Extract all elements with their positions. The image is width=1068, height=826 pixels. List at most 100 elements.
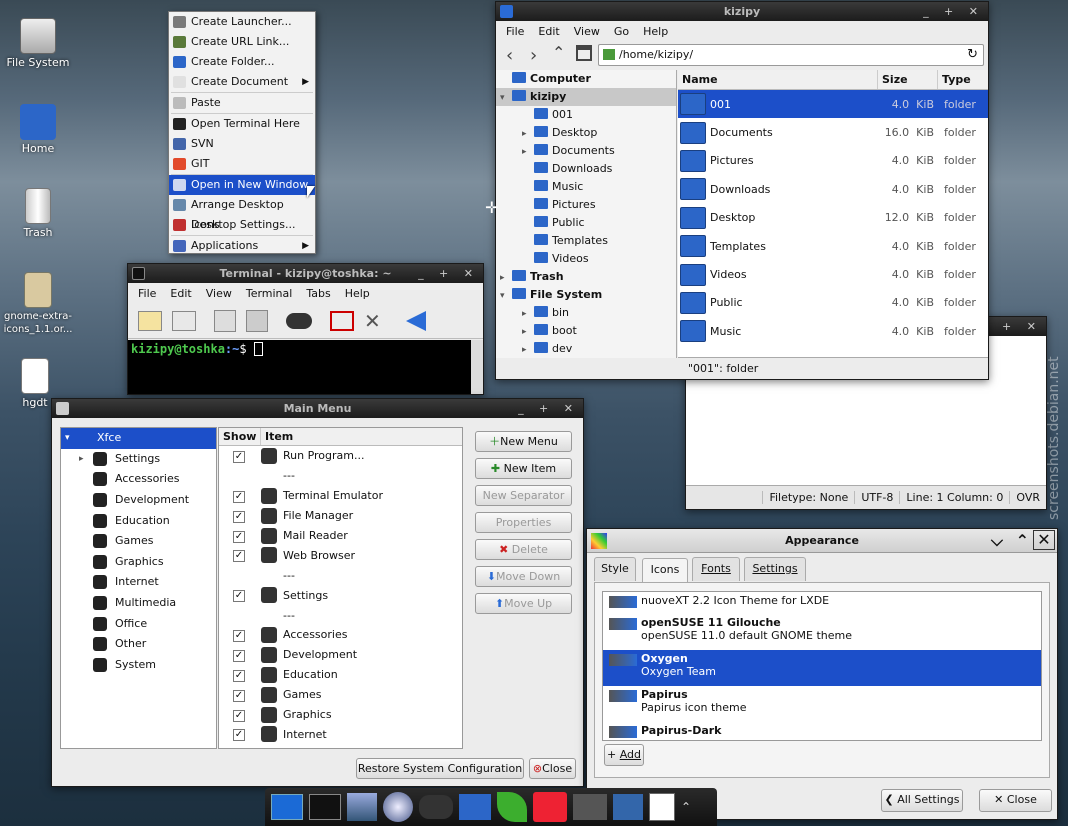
column-size[interactable]: Size (878, 70, 938, 89)
icon-theme-row[interactable]: Oxygen Oxygen Team (603, 650, 1041, 686)
context-menu-item[interactable]: Applications ▶ (169, 236, 315, 256)
new-item-button[interactable]: ✚ New Item (475, 458, 572, 479)
menu-item-row[interactable]: ✓ Settings (219, 585, 462, 605)
expander-icon[interactable]: ▸ (522, 305, 534, 323)
fullscreen-icon[interactable] (330, 310, 354, 331)
menu-view[interactable]: View (574, 25, 600, 38)
reload-icon[interactable]: ↻ (967, 45, 978, 65)
menu-separator-row[interactable]: --- (219, 605, 462, 625)
preferences-icon[interactable]: ✕ (364, 310, 386, 332)
workspace-icon[interactable] (271, 794, 303, 820)
menu-file[interactable]: File (138, 287, 156, 300)
appearance-titlebar[interactable]: Appearance ⌵ ⌃ ✕ (587, 529, 1057, 553)
files-launcher-icon[interactable] (347, 793, 377, 821)
find-icon[interactable] (286, 312, 312, 329)
show-checkbox[interactable]: ✓ (233, 649, 245, 662)
file-row[interactable]: Templates 4.0 KiB folder (678, 232, 988, 260)
desktop-icon-archive[interactable]: gnome-extra-icons_1.1.or... (0, 272, 78, 336)
side-pane-item[interactable]: ▸ Trash (496, 268, 676, 286)
add-button[interactable]: + Add (604, 744, 644, 766)
side-pane-item[interactable]: Music (496, 178, 676, 196)
home-icon[interactable] (576, 45, 592, 61)
menu-category[interactable]: Games (61, 531, 216, 552)
context-menu-item[interactable]: Desktop Settings... (169, 215, 315, 235)
file-row[interactable]: Pictures 4.0 KiB folder (678, 147, 988, 175)
side-pane-item[interactable]: ▸ bin (496, 304, 676, 322)
side-pane-item[interactable]: Videos (496, 250, 676, 268)
games-launcher-icon[interactable] (419, 795, 453, 819)
menu-file[interactable]: File (506, 25, 524, 38)
menu-edit[interactable]: Edit (170, 287, 191, 300)
side-pane-item[interactable]: 001 (496, 106, 676, 124)
menu-item-row[interactable]: ✓ Run Program... (219, 446, 462, 466)
file-row[interactable]: Downloads 4.0 KiB folder (678, 175, 988, 203)
menu-separator-row[interactable]: --- (219, 466, 462, 486)
side-pane-item[interactable]: Templates (496, 232, 676, 250)
context-menu-item[interactable]: Create Folder... (169, 52, 315, 72)
file-row[interactable]: 001 4.0 KiB folder (678, 90, 988, 119)
menu-category[interactable]: System (61, 655, 216, 676)
menu-help[interactable]: Help (643, 25, 668, 38)
tab-settings[interactable]: Settings (744, 557, 806, 581)
new-window-icon[interactable] (172, 310, 196, 331)
show-checkbox[interactable]: ✓ (233, 709, 245, 722)
paste-icon[interactable] (246, 309, 268, 332)
appearance-close-button[interactable]: ✕ Close (979, 789, 1052, 812)
tab-style[interactable]: Style (594, 557, 636, 581)
file-row[interactable]: Music 4.0 KiB folder (678, 317, 988, 345)
menu-item-row[interactable]: ✓ Graphics (219, 705, 462, 725)
context-menu-item[interactable]: Arrange Desktop Icons (169, 195, 315, 231)
show-checkbox[interactable]: ✓ (233, 530, 245, 543)
menu-category[interactable]: Education (61, 510, 216, 531)
close-button[interactable]: ⊗Close (529, 758, 576, 779)
show-checkbox[interactable]: ✓ (233, 669, 245, 682)
leaf-launcher-icon[interactable] (497, 792, 527, 822)
desktop-icon-trash[interactable]: Trash (0, 188, 78, 239)
menu-item-row[interactable]: ✓ Accessories (219, 625, 462, 645)
side-pane-item[interactable]: Downloads (496, 160, 676, 178)
folder-launcher-icon[interactable] (459, 794, 491, 820)
expander-icon[interactable]: ▸ (522, 323, 534, 341)
move-up-button[interactable]: ⬆Move Up (475, 593, 572, 614)
menu-item-row[interactable]: ✓ Development (219, 645, 462, 665)
terminal-titlebar[interactable]: Terminal - kizipy@toshka: ~ _ + ✕ (128, 264, 483, 283)
show-checkbox[interactable]: ✓ (233, 629, 245, 642)
column-show[interactable]: Show (219, 428, 261, 445)
icon-theme-row[interactable]: Papirus Papirus icon theme (603, 686, 1041, 722)
column-name[interactable]: Name (678, 70, 878, 89)
column-item[interactable]: Item (261, 428, 293, 445)
file-row[interactable]: Desktop 12.0 KiB folder (678, 204, 988, 232)
context-menu-item[interactable]: Open in New Window (169, 175, 315, 195)
menu-category[interactable]: Development (61, 490, 216, 511)
side-pane-item[interactable]: ▸ Desktop (496, 124, 676, 142)
icon-theme-row[interactable]: nuoveXT 2.2 Icon Theme for LXDE (603, 592, 1041, 614)
icon-theme-row[interactable]: Papirus-Dark (603, 722, 1041, 740)
side-pane-item[interactable]: Pictures (496, 196, 676, 214)
tab-icons[interactable]: Icons (642, 558, 688, 583)
new-tab-icon[interactable] (138, 310, 162, 331)
maximize-icon[interactable]: ⌃ (1016, 529, 1029, 553)
network-launcher-icon[interactable] (613, 794, 643, 820)
terminal-scrollbar[interactable] (471, 340, 483, 394)
forward-icon[interactable]: › (530, 45, 537, 66)
show-checkbox[interactable]: ✓ (233, 689, 245, 702)
side-pane-item[interactable]: Public (496, 214, 676, 232)
menu-item-row[interactable]: ✓ Games (219, 685, 462, 705)
close-icon[interactable]: ✕ (1033, 530, 1055, 550)
icon-theme-row[interactable]: openSUSE 11 Gilouche openSUSE 11.0 defaul… (603, 614, 1041, 650)
menu-category[interactable]: Internet (61, 572, 216, 593)
minimize-icon[interactable]: ⌵ (991, 529, 1003, 553)
context-menu-item[interactable]: Paste (169, 93, 315, 113)
show-checkbox[interactable]: ✓ (233, 490, 245, 503)
side-pane-item[interactable]: ▾ File System (496, 286, 676, 304)
context-menu-item[interactable]: Create Document ▶ (169, 72, 315, 92)
office-launcher-icon[interactable] (533, 792, 567, 822)
delete-button[interactable]: ✖ Delete (475, 539, 572, 560)
desktop-icon-filesystem[interactable]: File System (0, 18, 78, 69)
menu-category[interactable]: Multimedia (61, 593, 216, 614)
expander-icon[interactable]: ▸ (522, 341, 534, 358)
browser-launcher-icon[interactable] (383, 792, 413, 822)
menu-item-row[interactable]: ✓ Terminal Emulator (219, 486, 462, 506)
column-type[interactable]: Type (938, 70, 988, 89)
side-pane-item[interactable]: ▸ dev (496, 340, 676, 358)
